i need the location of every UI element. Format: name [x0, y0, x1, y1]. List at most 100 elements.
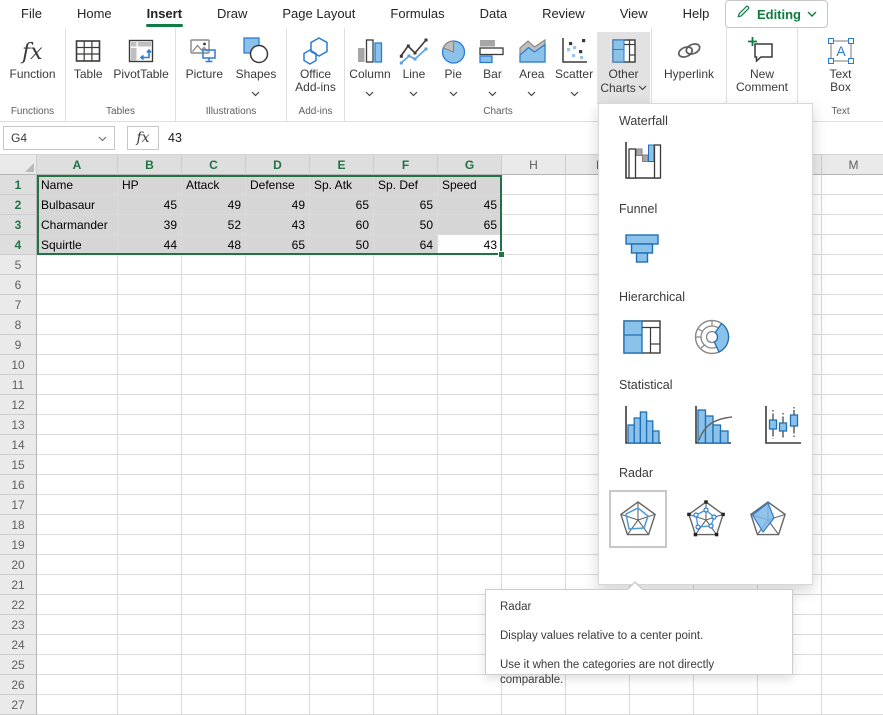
grid-cell[interactable]: [310, 475, 374, 495]
grid-cell[interactable]: [118, 615, 182, 635]
cell-E2[interactable]: 65: [310, 195, 374, 215]
cell-E4[interactable]: 50: [310, 235, 374, 255]
grid-cell[interactable]: [182, 635, 246, 655]
cell-B4[interactable]: 44: [118, 235, 182, 255]
grid-cell[interactable]: [374, 435, 438, 455]
grid-cell[interactable]: [374, 275, 438, 295]
grid-cell[interactable]: [438, 415, 502, 435]
grid-cell[interactable]: [502, 175, 566, 195]
grid-cell[interactable]: [438, 375, 502, 395]
grid-cell[interactable]: [246, 415, 310, 435]
grid-cell[interactable]: [246, 675, 310, 695]
grid-cell[interactable]: [310, 255, 374, 275]
chevron-down-icon[interactable]: [488, 84, 497, 90]
cell-A3[interactable]: Charmander: [37, 215, 118, 235]
select-all-corner[interactable]: [0, 155, 37, 175]
grid-cell[interactable]: [37, 295, 118, 315]
row-header-24[interactable]: 24: [0, 635, 37, 655]
cell-F4[interactable]: 64: [374, 235, 438, 255]
ribbon-button-pivottable[interactable]: PivotTable: [110, 32, 171, 104]
menu-tab-view[interactable]: View: [619, 0, 649, 28]
grid-cell[interactable]: [182, 335, 246, 355]
grid-cell[interactable]: [37, 655, 118, 675]
grid-cell[interactable]: [182, 355, 246, 375]
row-header-1[interactable]: 1: [0, 175, 37, 195]
cell-B3[interactable]: 39: [118, 215, 182, 235]
grid-cell[interactable]: [438, 455, 502, 475]
grid-cell[interactable]: [118, 395, 182, 415]
grid-cell[interactable]: [182, 655, 246, 675]
grid-cell[interactable]: [822, 655, 883, 675]
grid-cell[interactable]: [118, 255, 182, 275]
grid-cell[interactable]: [822, 695, 883, 715]
grid-cell[interactable]: [118, 595, 182, 615]
grid-cell[interactable]: [182, 255, 246, 275]
grid-cell[interactable]: [37, 635, 118, 655]
grid-cell[interactable]: [374, 475, 438, 495]
grid-cell[interactable]: [310, 695, 374, 715]
grid-cell[interactable]: [118, 335, 182, 355]
cell-D2[interactable]: 49: [246, 195, 310, 215]
grid-cell[interactable]: [246, 435, 310, 455]
treemap-chart-icon[interactable]: [619, 314, 665, 360]
grid-cell[interactable]: [502, 235, 566, 255]
grid-cell[interactable]: [37, 435, 118, 455]
row-header-25[interactable]: 25: [0, 655, 37, 675]
grid-cell[interactable]: [502, 535, 566, 555]
grid-cell[interactable]: [118, 695, 182, 715]
cell-B2[interactable]: 45: [118, 195, 182, 215]
grid-cell[interactable]: [182, 475, 246, 495]
grid-cell[interactable]: [182, 675, 246, 695]
grid-cell[interactable]: [118, 375, 182, 395]
grid-cell[interactable]: [182, 575, 246, 595]
grid-cell[interactable]: [182, 315, 246, 335]
cell-C2[interactable]: 49: [182, 195, 246, 215]
grid-cell[interactable]: [502, 415, 566, 435]
grid-cell[interactable]: [438, 335, 502, 355]
grid-cell[interactable]: [37, 495, 118, 515]
column-header-e[interactable]: E: [310, 155, 374, 175]
grid-cell[interactable]: [37, 395, 118, 415]
cell-G3[interactable]: 65: [438, 215, 502, 235]
grid-cell[interactable]: [822, 175, 883, 195]
filled-radar-chart-icon[interactable]: [745, 496, 791, 542]
grid-cell[interactable]: [438, 355, 502, 375]
histogram-chart-icon[interactable]: [619, 402, 665, 448]
grid-cell[interactable]: [118, 535, 182, 555]
grid-cell[interactable]: [374, 555, 438, 575]
ribbon-button-other-charts[interactable]: OtherCharts: [597, 32, 649, 104]
grid-cell[interactable]: [118, 475, 182, 495]
row-header-6[interactable]: 6: [0, 275, 37, 295]
grid-cell[interactable]: [822, 295, 883, 315]
grid-cell[interactable]: [310, 615, 374, 635]
row-header-15[interactable]: 15: [0, 455, 37, 475]
grid-cell[interactable]: [37, 515, 118, 535]
row-header-3[interactable]: 3: [0, 215, 37, 235]
grid-cell[interactable]: [37, 615, 118, 635]
row-header-13[interactable]: 13: [0, 415, 37, 435]
grid-cell[interactable]: [37, 335, 118, 355]
grid-cell[interactable]: [438, 515, 502, 535]
grid-cell[interactable]: [374, 395, 438, 415]
grid-cell[interactable]: [310, 535, 374, 555]
grid-cell[interactable]: [374, 355, 438, 375]
column-header-f[interactable]: F: [374, 155, 438, 175]
grid-cell[interactable]: [310, 655, 374, 675]
cell-F2[interactable]: 65: [374, 195, 438, 215]
grid-cell[interactable]: [37, 535, 118, 555]
row-header-21[interactable]: 21: [0, 575, 37, 595]
grid-cell[interactable]: [118, 435, 182, 455]
grid-cell[interactable]: [822, 555, 883, 575]
grid-cell[interactable]: [502, 195, 566, 215]
chevron-down-icon[interactable]: [365, 84, 374, 90]
row-header-23[interactable]: 23: [0, 615, 37, 635]
ribbon-button-scatter[interactable]: Scatter: [552, 32, 596, 104]
grid-cell[interactable]: [310, 575, 374, 595]
grid-cell[interactable]: [822, 415, 883, 435]
grid-cell[interactable]: [246, 395, 310, 415]
grid-cell[interactable]: [182, 435, 246, 455]
grid-cell[interactable]: [822, 495, 883, 515]
grid-cell[interactable]: [566, 695, 630, 715]
menu-tab-file[interactable]: File: [20, 0, 43, 28]
grid-cell[interactable]: [182, 375, 246, 395]
